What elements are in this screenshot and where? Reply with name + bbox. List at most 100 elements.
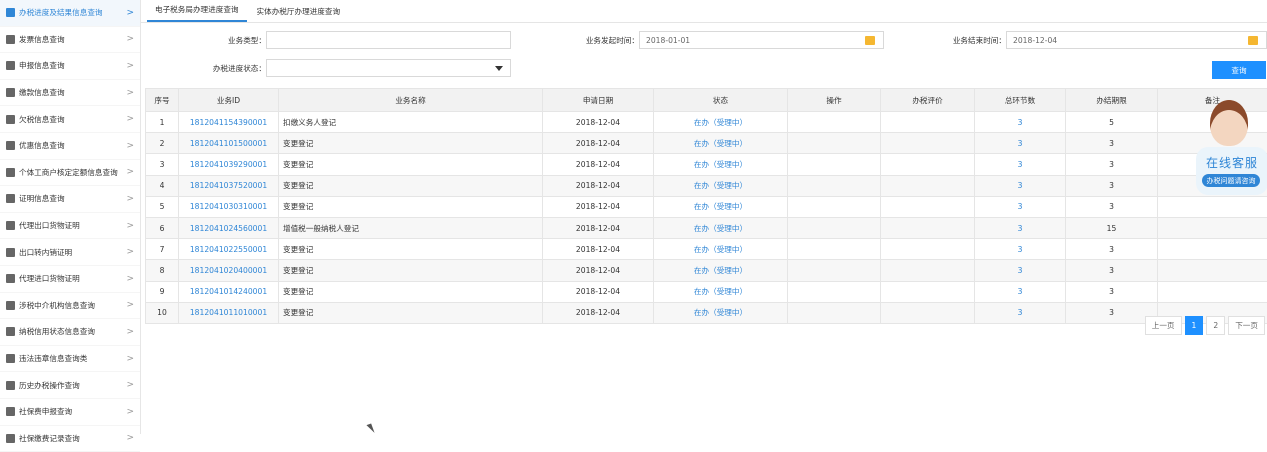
sidebar-item[interactable]: 代理进口货物证明> (0, 266, 140, 293)
status-link[interactable]: 在办（受理中） (654, 133, 788, 154)
chevron-right-icon: > (126, 221, 134, 231)
total-steps-link[interactable]: 3 (975, 239, 1066, 260)
menu-item-icon (6, 115, 15, 124)
sidebar-item-label: 社保缴费记录查询 (19, 433, 80, 444)
table-header: 序号业务ID业务名称申请日期状态操作办税评价总环节数办结期限备注 (146, 89, 1267, 112)
total-steps-link[interactable]: 3 (975, 112, 1066, 133)
menu-item-icon (6, 88, 15, 97)
total-steps-link[interactable]: 3 (975, 260, 1066, 281)
table-cell: 3 (146, 154, 179, 175)
menu-item-icon (6, 274, 15, 283)
sidebar-item-label: 代理出口货物证明 (19, 220, 80, 231)
next-page-button[interactable]: 下一页 (1228, 316, 1265, 335)
total-steps-link[interactable]: 3 (975, 281, 1066, 302)
calendar-icon[interactable] (865, 36, 875, 45)
table-cell: 3 (1066, 260, 1158, 281)
sidebar-item[interactable]: 欠税信息查询> (0, 106, 140, 133)
sidebar-item[interactable]: 优惠信息查询> (0, 133, 140, 160)
sidebar-item[interactable]: 纳税信用状态信息查询> (0, 319, 140, 346)
sidebar-item[interactable]: 发票信息查询> (0, 27, 140, 54)
chevron-right-icon: > (126, 114, 134, 124)
sidebar-item[interactable]: 缴款信息查询> (0, 80, 140, 107)
sidebar-item-label: 违法违章信息查询类 (19, 353, 87, 364)
prev-page-button[interactable]: 上一页 (1145, 316, 1182, 335)
total-steps-link[interactable]: 3 (975, 196, 1066, 217)
table-row: 51812041030310001变更登记2018-12-04在办（受理中）33 (146, 196, 1267, 217)
sidebar-item[interactable]: 个体工商户核定定额信息查询> (0, 160, 140, 187)
status-link[interactable]: 在办（受理中） (654, 154, 788, 175)
chevron-right-icon: > (126, 380, 134, 390)
table-cell: 3 (1066, 281, 1158, 302)
page-2-button[interactable]: 2 (1206, 316, 1225, 335)
online-customer-service-widget[interactable]: 在线客服 办税问题请咨询 (1196, 92, 1267, 202)
menu-item-icon (6, 301, 15, 310)
status-link[interactable]: 在办（受理中） (654, 217, 788, 238)
menu-item-icon (6, 141, 15, 150)
chevron-right-icon: > (126, 354, 134, 364)
sidebar-item[interactable]: 社保缴费记录查询> (0, 426, 140, 452)
chevron-right-icon: > (126, 247, 134, 257)
chevron-right-icon: > (126, 167, 134, 177)
status-link[interactable]: 在办（受理中） (654, 112, 788, 133)
page-1-button[interactable]: 1 (1185, 316, 1204, 335)
table-cell: 6 (146, 217, 179, 238)
business-id-link[interactable]: 1812041022550001 (179, 239, 279, 260)
table-cell: 7 (146, 239, 179, 260)
table-cell: 3 (1066, 154, 1158, 175)
sidebar-item[interactable]: 申报信息查询> (0, 53, 140, 80)
menu-item-icon (6, 407, 15, 416)
table-cell: 2018-12-04 (543, 175, 654, 196)
menu-item-icon (6, 354, 15, 363)
sidebar-item[interactable]: 社保费申报查询> (0, 399, 140, 426)
table-cell (881, 196, 975, 217)
sidebar-item[interactable]: 证明信息查询> (0, 186, 140, 213)
sidebar-item[interactable]: 代理出口货物证明 > (0, 213, 140, 240)
calendar-icon[interactable] (1248, 36, 1258, 45)
table-cell (788, 260, 881, 281)
sidebar-item[interactable]: 涉税中介机构信息查询> (0, 293, 140, 320)
status-link[interactable]: 在办（受理中） (654, 260, 788, 281)
sidebar-item[interactable]: 历史办税操作查询> (0, 372, 140, 399)
tab-e-tax-progress[interactable]: 电子税务局办理进度查询 (147, 4, 247, 22)
total-steps-link[interactable]: 3 (975, 154, 1066, 175)
tab-hall-progress[interactable]: 实体办税厅办理进度查询 (249, 6, 349, 22)
table-cell (788, 112, 881, 133)
business-id-link[interactable]: 1812041020400001 (179, 260, 279, 281)
business-id-link[interactable]: 1812041154390001 (179, 112, 279, 133)
start-time-row: 业务发起时间： 2018-01-01 (541, 30, 884, 50)
sidebar-item[interactable]: 出口转内销证明 > (0, 239, 140, 266)
business-name-cell: 变更登记 (279, 239, 543, 260)
total-steps-link[interactable]: 3 (975, 133, 1066, 154)
business-id-link[interactable]: 1812041014240001 (179, 281, 279, 302)
chevron-right-icon: > (126, 300, 134, 310)
business-id-link[interactable]: 1812041011010001 (179, 302, 279, 323)
status-link[interactable]: 在办（受理中） (654, 239, 788, 260)
status-link[interactable]: 在办（受理中） (654, 196, 788, 217)
column-header: 状态 (654, 89, 788, 112)
table-row: 11812041154390001扣缴义务人登记2018-12-04在办（受理中… (146, 112, 1267, 133)
business-id-link[interactable]: 1812041024560001 (179, 217, 279, 238)
total-steps-link[interactable]: 3 (975, 175, 1066, 196)
sidebar-item-label: 出口转内销证明 (19, 247, 72, 258)
business-id-link[interactable]: 1812041037520001 (179, 175, 279, 196)
total-steps-link[interactable]: 3 (975, 217, 1066, 238)
sidebar-item[interactable]: 办税进度及结果信息查询> (0, 0, 140, 27)
status-select[interactable] (266, 59, 511, 77)
table-cell: 4 (146, 175, 179, 196)
status-link[interactable]: 在办（受理中） (654, 302, 788, 323)
query-button[interactable]: 查询 (1212, 61, 1266, 79)
sidebar-item[interactable]: 违法违章信息查询类 > (0, 346, 140, 373)
status-link[interactable]: 在办（受理中） (654, 175, 788, 196)
end-time-input[interactable]: 2018-12-04 (1006, 31, 1267, 49)
business-id-link[interactable]: 1812041039290001 (179, 154, 279, 175)
menu-item-icon (6, 327, 15, 336)
start-time-input[interactable]: 2018-01-01 (639, 31, 884, 49)
business-type-input[interactable] (266, 31, 511, 49)
table-cell: 15 (1066, 217, 1158, 238)
menu-item-icon (6, 248, 15, 257)
total-steps-link[interactable]: 3 (975, 302, 1066, 323)
business-id-link[interactable]: 1812041030310001 (179, 196, 279, 217)
status-row: 办税进度状态： (141, 58, 511, 78)
status-link[interactable]: 在办（受理中） (654, 281, 788, 302)
business-id-link[interactable]: 1812041101500001 (179, 133, 279, 154)
